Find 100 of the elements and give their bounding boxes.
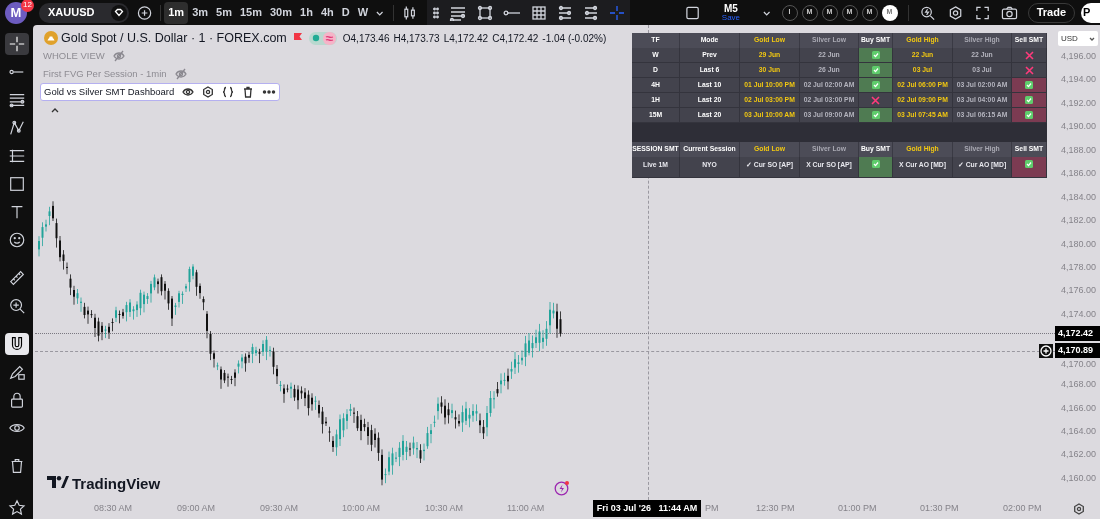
ohlc-value: 4,173.73 [400, 31, 440, 46]
logo-icon [47, 476, 69, 488]
time-label: 10:30 AM [425, 504, 464, 513]
chart-title: Gold Spot / U.S. Dollar · 1 · FOREX.com [61, 29, 287, 47]
time-label: 10:00 AM [342, 504, 381, 513]
rectangle-icon[interactable] [476, 4, 493, 21]
status-dot-icon [311, 34, 320, 42]
publish-button[interactable]: P [1081, 2, 1100, 23]
interval-tab[interactable]: 3m [188, 1, 213, 24]
price-label: 4,176.00 [1061, 286, 1097, 296]
candles-icon[interactable] [403, 4, 417, 21]
time-label: 09:00 AM [177, 504, 216, 513]
lines-icon[interactable] [448, 4, 467, 21]
crosshair-time-tag: Fri 03 Jul '26 11:44 AM [593, 500, 701, 517]
smiley-icon [7, 231, 26, 249]
zoom-in-icon [7, 297, 26, 315]
price-label: 4,194.00 [1061, 75, 1097, 85]
crosshair-price-tag: 4,170.89 [1055, 343, 1100, 358]
lightning-icon[interactable] [554, 480, 570, 496]
time-label: 12:30 PM [756, 504, 795, 513]
rectangle-icon [7, 175, 26, 193]
crosshair-icon [7, 35, 26, 53]
star-icon [7, 499, 26, 517]
interval-tab[interactable]: 1m [164, 1, 189, 24]
toolbar-button[interactable] [4, 33, 29, 55]
add-icon[interactable] [137, 4, 153, 21]
time-label: 01:00 PM [838, 504, 877, 513]
price-label: 4,170.00 [1061, 360, 1097, 369]
interval-tab[interactable]: D [337, 1, 354, 24]
settings-icon[interactable] [202, 86, 215, 98]
ohlc-value: 4,173.46 [350, 31, 390, 46]
lines-icon [7, 91, 26, 109]
time-label: 09:30 AM [260, 504, 299, 513]
interval-tab[interactable]: 4h [316, 1, 338, 24]
eye-slash-icon[interactable] [112, 50, 125, 62]
sliders-icon[interactable] [556, 4, 573, 21]
price-label: 4,166.00 [1061, 403, 1097, 413]
price-label: 4,196.00 [1061, 52, 1097, 61]
currency-dropdown[interactable]: USD [1058, 31, 1098, 46]
price-label: 4,190.00 [1061, 122, 1097, 132]
price-label: 4,186.00 [1061, 169, 1097, 179]
ingot-icon [44, 31, 58, 45]
trash-icon[interactable] [242, 86, 255, 98]
price-label: 4,182.00 [1061, 216, 1097, 226]
ohlc-label: O [342, 31, 351, 46]
price-label: 4,160.00 [1061, 473, 1097, 483]
price-label: 4,188.00 [1061, 145, 1097, 155]
interval-tab[interactable]: 30m [266, 1, 297, 24]
camera-icon[interactable] [1000, 4, 1018, 21]
price-label: 4,192.00 [1061, 98, 1097, 108]
ohlc-label: H [393, 31, 401, 46]
grid-icon[interactable] [530, 4, 547, 21]
interval-tab[interactable]: 1h [296, 1, 317, 24]
currency-label: USD [1061, 32, 1078, 45]
toolbar-button[interactable] [4, 333, 29, 355]
indicator-row[interactable]: Gold vs Silver SMT Dashboard [40, 83, 281, 101]
price-label: 4,184.00 [1061, 192, 1097, 202]
pencil-lock-icon [7, 363, 26, 381]
settings-icon[interactable] [947, 4, 963, 21]
ruler-icon [7, 269, 26, 287]
code-icon[interactable] [222, 86, 235, 98]
fibonacci-icon [7, 147, 26, 165]
collapse-icon[interactable] [50, 106, 60, 114]
time-label: PM [705, 504, 719, 513]
settings-icon[interactable] [1073, 503, 1085, 515]
interval-tab[interactable]: 5m [212, 1, 236, 24]
price-label: 4,162.00 [1061, 450, 1097, 460]
caret-icon [1089, 35, 1095, 42]
sliders-icon[interactable] [582, 4, 599, 21]
price-change: -1.04 (-0.02%) [542, 31, 607, 46]
ohlc-value: 4,172.42 [449, 31, 489, 46]
ohlc-label: L [443, 31, 450, 46]
price-label: 4,178.00 [1061, 262, 1097, 272]
drag-handle-icon[interactable] [432, 5, 439, 20]
alert-icon[interactable] [920, 4, 936, 21]
eye-icon[interactable] [182, 86, 195, 98]
save-link[interactable]: Save [721, 13, 741, 22]
brand-name: TradingView [72, 474, 161, 494]
price-label: 4,164.00 [1061, 427, 1097, 437]
fullscreen-icon[interactable] [974, 4, 990, 21]
price-label: 4,180.00 [1061, 239, 1097, 249]
time-label: 11:00 AM [507, 504, 545, 513]
ohlc-label: C [492, 31, 500, 46]
interval-tab[interactable]: 15m [235, 1, 266, 24]
interval-tab[interactable]: W [353, 1, 373, 24]
price-label: 4,174.00 [1061, 309, 1097, 319]
time-label: 08:30 AM [94, 504, 133, 513]
symbol-search-button[interactable]: XAUUSD [39, 2, 130, 23]
price-label: 4,168.00 [1061, 380, 1097, 390]
square-icon[interactable] [684, 4, 700, 21]
layout-name[interactable]: M5 [724, 3, 738, 14]
eye-slash-icon[interactable] [174, 68, 187, 80]
notification-badge: 12 [21, 0, 34, 12]
ohlc-value: 4,172.42 [499, 31, 539, 46]
pattern-icon [7, 119, 26, 137]
time-label: 01:30 PM [920, 504, 959, 513]
crosshair-icon[interactable] [608, 4, 625, 21]
time-label: 02:00 PM [1003, 504, 1042, 513]
indicator-name[interactable]: Gold vs Silver SMT Dashboard [44, 84, 175, 100]
last-price-tag: 4,172.42 [1055, 326, 1100, 341]
